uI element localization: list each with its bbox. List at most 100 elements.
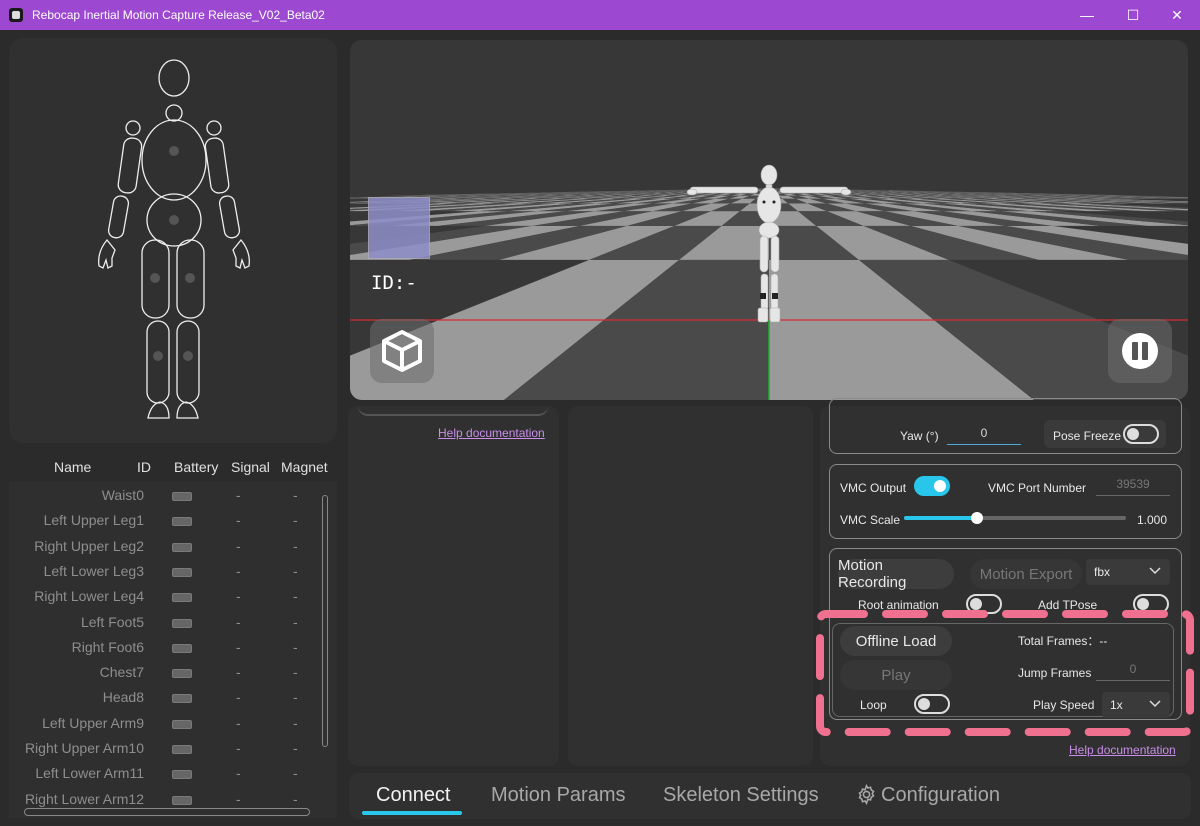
table-row[interactable]: Right Upper Leg2 - - <box>9 534 319 559</box>
body-figure-icon[interactable] <box>9 38 337 443</box>
help-documentation-link-right[interactable]: Help documentation <box>1069 743 1176 757</box>
tab-configuration[interactable]: Configuration <box>881 784 1000 807</box>
tab-motion-params[interactable]: Motion Params <box>491 784 626 807</box>
pause-button[interactable] <box>1108 319 1172 383</box>
signal-value: - <box>236 765 241 782</box>
battery-icon <box>172 517 192 527</box>
sensor-id-label: ID:- <box>371 272 417 294</box>
vmc-scale-slider[interactable] <box>904 512 1126 524</box>
signal-value: - <box>236 588 241 605</box>
play-speed-label: Play Speed <box>1033 698 1095 712</box>
battery-icon <box>172 770 192 780</box>
battery-icon <box>172 542 192 552</box>
vmc-output-toggle[interactable] <box>914 476 950 496</box>
panel-1-partial-toggle <box>358 398 548 416</box>
table-row[interactable]: Left Lower Arm11 - - <box>9 761 319 786</box>
signal-value: - <box>236 714 241 731</box>
signal-value: - <box>236 740 241 756</box>
sensor-name: Left Upper Leg1 <box>43 512 144 529</box>
root-animation-toggle[interactable] <box>966 594 1002 614</box>
vmc-port-input[interactable]: 39539 <box>1096 477 1170 496</box>
motion-recording-button[interactable]: Motion Recording <box>838 557 954 591</box>
jump-frames-input[interactable]: 0 <box>1096 662 1170 681</box>
body-sensor-map <box>9 38 337 443</box>
table-row[interactable]: Right Foot6 - - <box>9 635 319 660</box>
tab-skeleton-settings[interactable]: Skeleton Settings <box>663 784 819 807</box>
sensor-name: Right Upper Arm10 <box>24 740 144 756</box>
table-row[interactable]: Chest7 - - <box>9 660 319 685</box>
table-row[interactable]: Right Upper Arm10 - - <box>9 736 319 761</box>
battery-icon <box>172 593 192 603</box>
yaw-input[interactable]: 0 <box>947 426 1021 445</box>
vmc-scale-value: 1.000 <box>1137 513 1168 527</box>
close-button[interactable]: ✕ <box>1154 0 1200 30</box>
magnet-value: - <box>293 588 298 605</box>
add-tpose-label: Add TPose <box>1038 598 1098 612</box>
play-speed-select[interactable]: 1x <box>1102 692 1170 718</box>
magnet-value: - <box>293 714 298 731</box>
battery-icon <box>172 669 192 679</box>
column-battery: Battery <box>174 459 219 475</box>
chevron-down-icon <box>1149 700 1161 708</box>
table-row[interactable]: Waist0 - - <box>9 483 319 508</box>
battery-icon <box>172 745 192 754</box>
export-format-select[interactable]: fbx <box>1086 559 1170 585</box>
magnet-value: - <box>293 740 298 756</box>
magnet-value: - <box>293 537 298 554</box>
magnet-value: - <box>293 765 298 782</box>
table-row[interactable]: Head8 - - <box>9 685 319 710</box>
column-id: ID <box>137 459 151 475</box>
magnet-value: - <box>293 613 298 630</box>
sensor-name: Waist0 <box>101 487 144 503</box>
device-panel <box>568 406 813 766</box>
yaw-label: Yaw (°) <box>900 429 939 443</box>
pose-freeze-toggle[interactable] <box>1123 424 1159 444</box>
table-row[interactable]: Left Upper Leg1 - - <box>9 508 319 533</box>
signal-value: - <box>236 487 241 503</box>
battery-icon <box>172 618 192 628</box>
connect-panel <box>348 406 559 766</box>
play-button[interactable]: Play <box>840 660 952 690</box>
tab-connect[interactable]: Connect <box>376 784 451 807</box>
vmc-scale-slider-fill <box>904 516 978 520</box>
magnet-value: - <box>293 487 298 503</box>
sensor-table-header: Name ID Battery Signal Magnet <box>9 456 337 478</box>
column-name: Name <box>54 459 92 475</box>
view-cube-button[interactable] <box>370 319 434 383</box>
offline-load-button[interactable]: Offline Load <box>840 626 952 656</box>
table-row[interactable]: Right Lower Leg4 - - <box>9 584 319 609</box>
minimize-button[interactable]: — <box>1064 0 1110 30</box>
sensor-list[interactable]: Waist0- - Left Upper Leg1- - Right Upper Leg… <box>9 482 337 818</box>
cube-icon <box>382 330 422 372</box>
magnet-value: - <box>293 664 298 681</box>
sensor-name: Left Lower Leg3 <box>43 562 144 579</box>
sensor-name: Right Lower Arm12 <box>24 790 144 807</box>
loop-toggle[interactable] <box>914 694 950 714</box>
window-title: Rebocap Inertial Motion Capture Release_… <box>32 8 325 22</box>
table-row[interactable]: Left Foot5 - - <box>9 610 319 635</box>
column-signal: Signal <box>231 459 270 475</box>
signal-value: - <box>236 537 241 554</box>
sensor-name: Head8 <box>102 689 144 706</box>
maximize-button[interactable]: ☐ <box>1110 0 1156 30</box>
battery-icon <box>172 492 192 501</box>
signal-value: - <box>236 664 241 681</box>
horizontal-scrollbar[interactable] <box>24 808 310 816</box>
sensor-name: Right Foot6 <box>71 638 144 655</box>
motion-export-button[interactable]: Motion Export <box>970 559 1082 589</box>
column-magnet: Magnet <box>281 459 328 475</box>
table-row[interactable]: Left Upper Arm9 - - <box>9 711 319 736</box>
battery-icon <box>172 643 192 653</box>
table-row[interactable]: Left Lower Leg3 - - <box>9 559 319 584</box>
avatar-model <box>686 164 852 323</box>
signal-value: - <box>236 689 241 706</box>
sensor-name: Left Upper Arm9 <box>42 714 144 731</box>
vertical-scrollbar[interactable] <box>322 495 328 747</box>
help-documentation-link-left[interactable]: Help documentation <box>438 426 545 440</box>
add-tpose-toggle[interactable] <box>1133 594 1169 614</box>
sensor-name: Right Upper Leg2 <box>34 537 144 554</box>
battery-icon <box>172 694 192 704</box>
magnet-value: - <box>293 562 298 579</box>
signal-value: - <box>236 638 241 655</box>
signal-value: - <box>236 512 241 529</box>
